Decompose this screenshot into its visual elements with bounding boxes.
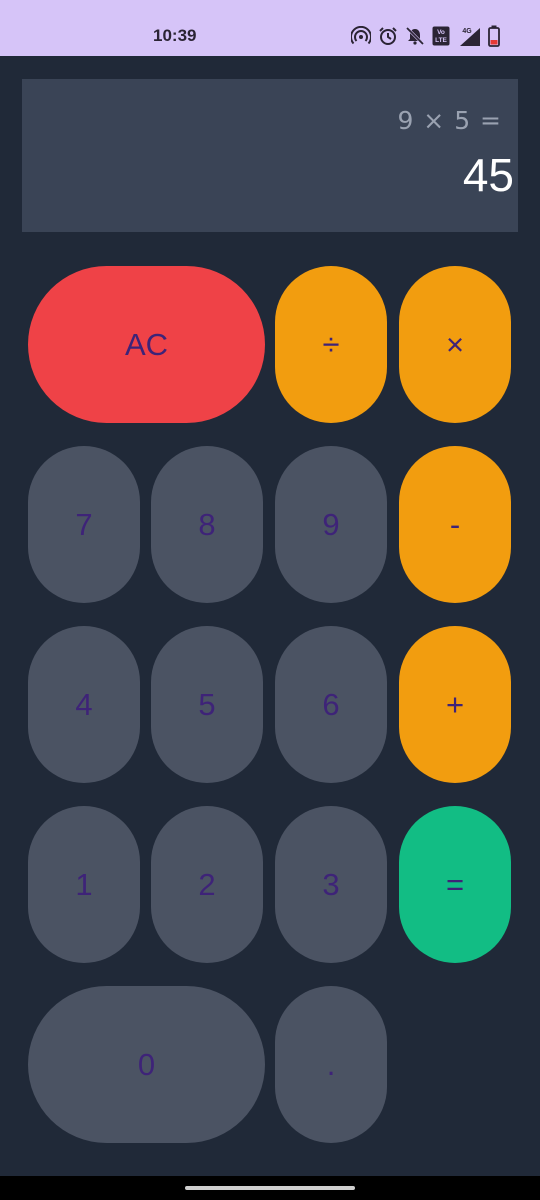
digit-9-button[interactable]: 9 [275,446,387,603]
digit-6-button[interactable]: 6 [275,626,387,783]
signal-4g-icon: 4G [457,25,481,47]
mute-icon [405,26,425,46]
clear-button[interactable]: AC [28,266,265,423]
volte-icon: Vo LTE [432,26,450,46]
status-bar: 10:39 Vo LTE 4G [0,0,540,56]
decimal-button[interactable]: . [275,986,387,1143]
navigation-bar [0,1176,540,1200]
expression-text: 9 × 5 = [397,106,502,135]
status-time: 10:39 [153,26,197,45]
result-text: 45 [462,149,514,201]
digit-0-button[interactable]: 0 [28,986,265,1143]
battery-low-icon [488,25,500,47]
svg-text:4G: 4G [462,28,472,35]
hotspot-icon [351,26,371,46]
digit-2-button[interactable]: 2 [151,806,263,963]
equals-button[interactable]: = [399,806,511,963]
digit-3-button[interactable]: 3 [275,806,387,963]
divide-button[interactable]: ÷ [275,266,387,423]
digit-4-button[interactable]: 4 [28,626,140,783]
multiply-button[interactable]: × [399,266,511,423]
status-icons: Vo LTE 4G [351,23,500,49]
svg-text:Vo: Vo [437,29,445,36]
home-gesture-handle[interactable] [185,1186,355,1190]
alarm-icon [378,26,398,46]
subtract-button[interactable]: - [399,446,511,603]
digit-8-button[interactable]: 8 [151,446,263,603]
digit-1-button[interactable]: 1 [28,806,140,963]
calculator-display [22,79,518,232]
svg-text:LTE: LTE [435,37,447,44]
add-button[interactable]: + [399,626,511,783]
digit-5-button[interactable]: 5 [151,626,263,783]
digit-7-button[interactable]: 7 [28,446,140,603]
